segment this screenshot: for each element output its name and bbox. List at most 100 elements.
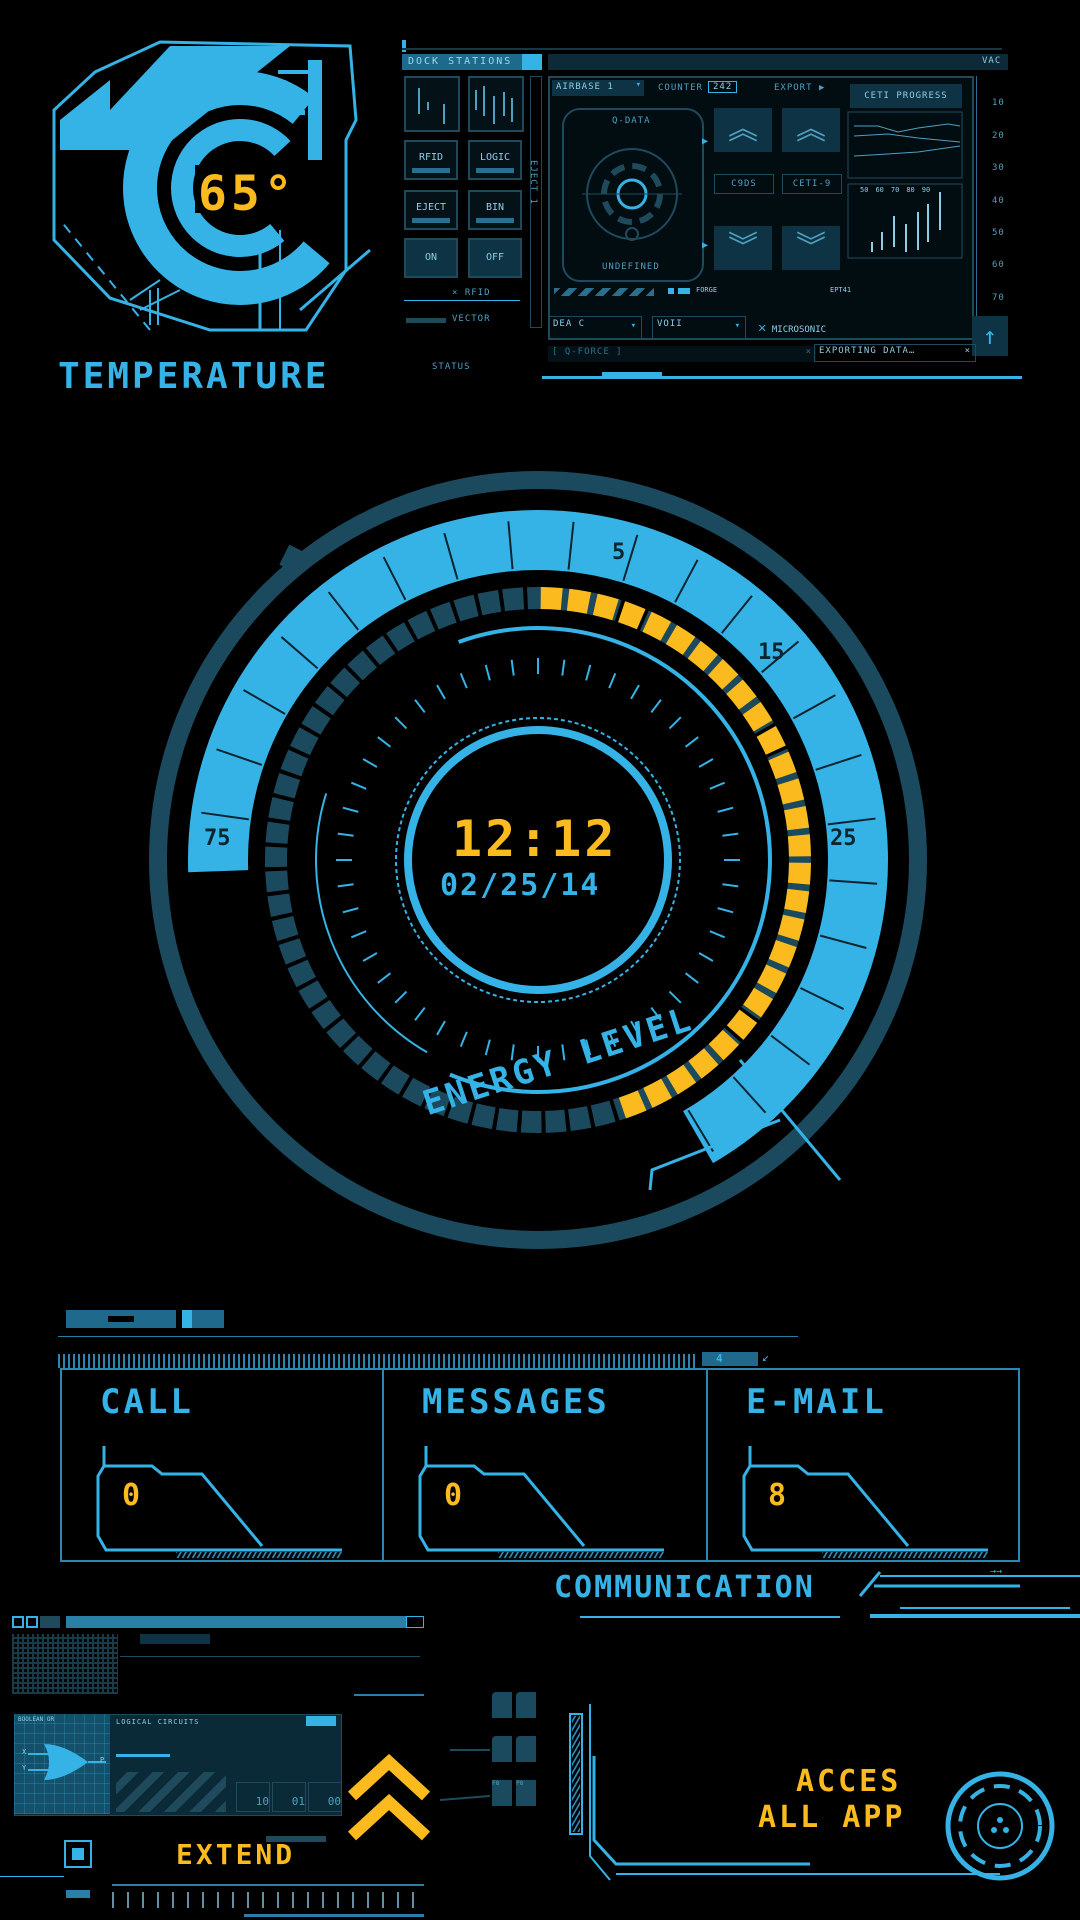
clock-date: 02/25/14	[440, 868, 601, 903]
eject-button[interactable]: EJECT	[404, 190, 458, 230]
energy-gauge[interactable]: 5 15 25 75 12:12 02/25/14 ENERGY LEVEL	[0, 440, 1080, 1270]
inner-tick	[414, 699, 426, 714]
boolean-or-title: BOOLEAN OR	[18, 1716, 55, 1723]
rfid-label: × RFID	[452, 288, 491, 298]
airbase-select[interactable]: AIRBASE 1 ▾	[552, 80, 644, 96]
access-label-line1: ACCES	[796, 1764, 902, 1799]
inner-tick	[510, 659, 515, 676]
inner-tick	[377, 972, 392, 984]
energy-segment	[687, 640, 718, 672]
close-icon: ×	[805, 347, 812, 357]
status-row-ept: EPT41	[830, 286, 852, 294]
extend-panel[interactable]: BOOLEAN OR X Y P LOGICAL CIRCUITS 10 01 …	[0, 1612, 431, 1920]
counter-value: 242	[708, 81, 738, 93]
call-title: CALL	[100, 1382, 194, 1422]
scale-label-5: 5	[612, 540, 626, 565]
exporting-status: EXPORTING DATA… ×	[814, 344, 976, 362]
inner-tick	[342, 806, 359, 813]
slot-left-down-button[interactable]: ︾	[714, 226, 772, 270]
export-button[interactable]: EXPORT ▶	[774, 83, 825, 93]
inner-tick	[459, 1031, 468, 1048]
energy-segment	[643, 1078, 673, 1108]
gate-input-x: X	[22, 1748, 27, 1756]
comm-badge: 4	[702, 1352, 758, 1366]
microsonic-toggle[interactable]: ✕ MICROSONIC	[758, 320, 826, 336]
play-icon: ▶	[818, 83, 826, 93]
arrow-up-icon: ↑	[982, 322, 998, 350]
app-launcher-icon[interactable]	[944, 1770, 1056, 1882]
energy-segment	[777, 914, 805, 941]
truth-cell-10: 10	[236, 1782, 270, 1812]
close-icon: ×	[964, 346, 971, 356]
energy-segment	[742, 701, 773, 732]
scale-label-75: 75	[204, 826, 231, 851]
energy-segment	[777, 778, 805, 805]
logic-button[interactable]: LOGIC	[468, 140, 522, 180]
slot-right-up-button[interactable]: ︽	[782, 108, 840, 152]
inner-tick	[350, 930, 367, 939]
comm-circuit-decor: →→	[858, 1566, 1080, 1618]
scale-label-25: 25	[830, 826, 857, 851]
status-label: STATUS	[432, 362, 471, 372]
on-button[interactable]: ON	[404, 238, 458, 278]
call-tile[interactable]: CALL 0	[62, 1370, 384, 1560]
dropdown-dea[interactable]: DEA C ▾	[548, 316, 642, 340]
off-button[interactable]: OFF	[468, 238, 522, 278]
or-gate-icon	[28, 1744, 106, 1780]
double-chevron-down-icon: ︾	[796, 230, 826, 265]
qforce-field[interactable]: [ Q-FORCE ] ×	[548, 346, 816, 362]
inner-tick	[717, 907, 734, 914]
vac-label: VAC	[982, 56, 1002, 66]
rfid-button[interactable]: RFID	[404, 140, 458, 180]
inner-tick	[650, 699, 662, 714]
inner-tick	[484, 1039, 491, 1056]
inner-tick	[668, 716, 682, 730]
inner-tick	[684, 972, 699, 984]
comm-header-decor: 4 ↙	[58, 1310, 798, 1368]
counter-label: COUNTER	[658, 83, 703, 93]
inner-tick	[436, 1020, 446, 1036]
energy-segment	[665, 625, 696, 655]
clock-time: 12:12	[452, 810, 618, 868]
inner-tick	[709, 930, 726, 939]
call-count: 0	[122, 1478, 141, 1513]
messages-count: 0	[444, 1478, 463, 1513]
inner-tick	[362, 758, 378, 768]
slot-left-up-button[interactable]: ︽	[714, 108, 772, 152]
truth-cell-00: 00	[308, 1782, 342, 1812]
inner-tick	[414, 1006, 426, 1021]
inner-tick	[459, 672, 468, 689]
inner-tick	[337, 832, 354, 837]
email-tile[interactable]: E-MAIL 8	[708, 1370, 1018, 1560]
arrow-down-left-icon: ↙	[762, 1350, 770, 1364]
gate-input-y: Y	[22, 1764, 27, 1772]
scale-label-15: 15	[758, 640, 785, 665]
messages-tile[interactable]: MESSAGES 0	[384, 1370, 708, 1560]
communication-label: COMMUNICATION	[554, 1570, 815, 1605]
meter-bars-icon	[418, 86, 513, 124]
inner-tick	[722, 832, 739, 837]
energy-segment	[666, 1064, 697, 1095]
bin-button[interactable]: BIN	[468, 190, 522, 230]
energy-segment	[784, 888, 810, 914]
temperature-value: 65°	[198, 166, 297, 222]
status-row-forge: FORGE	[696, 286, 718, 294]
inner-tick	[585, 664, 592, 681]
energy-segment	[708, 1029, 739, 1061]
temperature-widget[interactable]: 65° TEMPERATURE	[50, 40, 371, 400]
inner-tick	[377, 736, 392, 748]
vac-scale: 10 20 30 40 50 60 70 80	[976, 76, 1016, 336]
energy-segment	[592, 593, 619, 621]
extend-label: EXTEND	[176, 1838, 296, 1871]
slot-right-down-button[interactable]: ︾	[782, 226, 840, 270]
inner-tick	[394, 990, 408, 1004]
dropdown-voii[interactable]: VOII ▾	[652, 316, 746, 340]
upload-button[interactable]: ↑	[972, 316, 1008, 356]
access-all-app-panel[interactable]: F8 P8 ACCES ALL APP	[439, 1680, 1080, 1882]
svg-text:→→: →→	[990, 1566, 1002, 1577]
chevron-down-icon: ▾	[635, 80, 642, 90]
communication-panel: CALL 0 MESSAGES 0 E-MAIL 8	[60, 1368, 1020, 1562]
qdata-footer: UNDEFINED	[602, 262, 660, 272]
gate-output-p: P	[100, 1756, 105, 1764]
messages-title: MESSAGES	[422, 1382, 610, 1422]
